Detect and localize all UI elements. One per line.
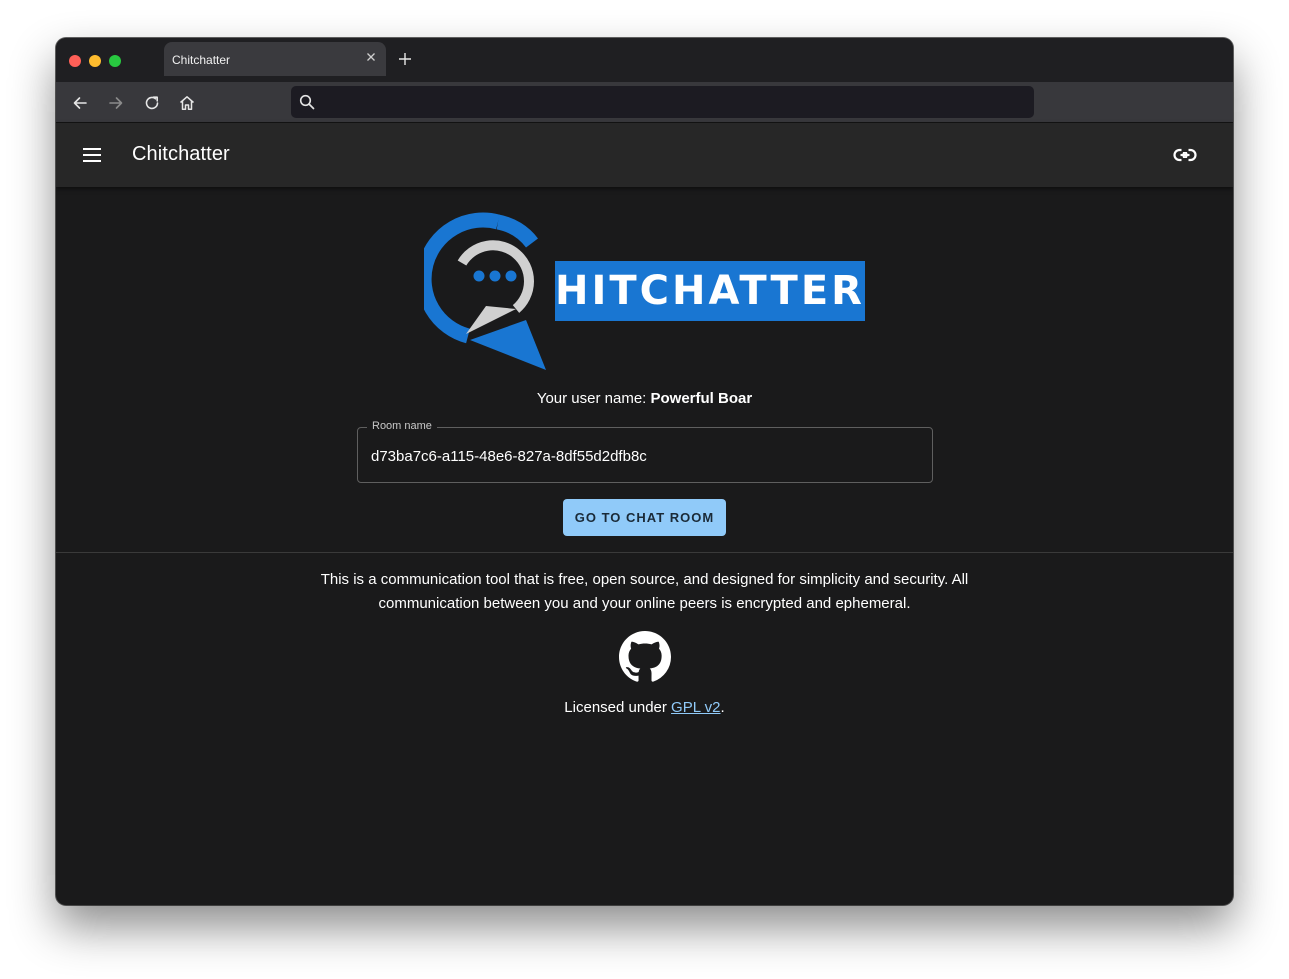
browser-tab[interactable]: Chitchatter — [164, 42, 386, 76]
title-bar: Chitchatter — [56, 38, 1233, 82]
maximize-window-button[interactable] — [109, 55, 121, 67]
app-title: Chitchatter — [132, 143, 230, 165]
close-window-button[interactable] — [69, 55, 81, 67]
license-line: Licensed under GPL v2. — [56, 699, 1233, 716]
reload-icon[interactable] — [143, 94, 161, 112]
plus-icon[interactable] — [398, 52, 412, 66]
minimize-window-button[interactable] — [89, 55, 101, 67]
description-text: This is a communication tool that is fre… — [320, 571, 969, 612]
username-line: Your user name: Powerful Boar — [56, 390, 1233, 407]
tab-title: Chitchatter — [172, 53, 231, 67]
forward-arrow-icon[interactable] — [107, 94, 125, 112]
browser-toolbar — [56, 82, 1233, 123]
license-prefix: Licensed under — [564, 699, 672, 716]
gpl-license-link[interactable]: GPL v2 — [671, 699, 720, 716]
license-suffix: . — [720, 699, 725, 716]
close-icon[interactable] — [364, 50, 378, 64]
room-name-input[interactable] — [371, 445, 911, 467]
chitchatter-logo: HITCHATTER — [424, 208, 868, 373]
chat-bubble-logo-icon — [424, 212, 546, 370]
username-prefix: Your user name: — [536, 390, 651, 407]
back-arrow-icon[interactable] — [71, 94, 89, 112]
menu-icon[interactable] — [81, 146, 103, 164]
browser-window: Chitchatter Chitchatter HITCHATTER Your … — [56, 38, 1233, 905]
link-icon[interactable] — [1172, 143, 1198, 167]
divider — [56, 552, 1233, 553]
room-name-field[interactable]: Room name — [357, 420, 933, 483]
github-icon[interactable] — [619, 631, 671, 683]
address-bar[interactable] — [291, 86, 1034, 118]
app-bar: Chitchatter — [56, 123, 1233, 187]
go-to-chat-room-button[interactable]: GO TO CHAT ROOM — [563, 499, 726, 536]
username-value: Powerful Boar — [650, 390, 753, 407]
logo-wordmark: HITCHATTER — [555, 268, 865, 314]
room-name-label: Room name — [367, 420, 437, 432]
search-icon — [299, 94, 315, 110]
home-icon[interactable] — [178, 94, 196, 112]
